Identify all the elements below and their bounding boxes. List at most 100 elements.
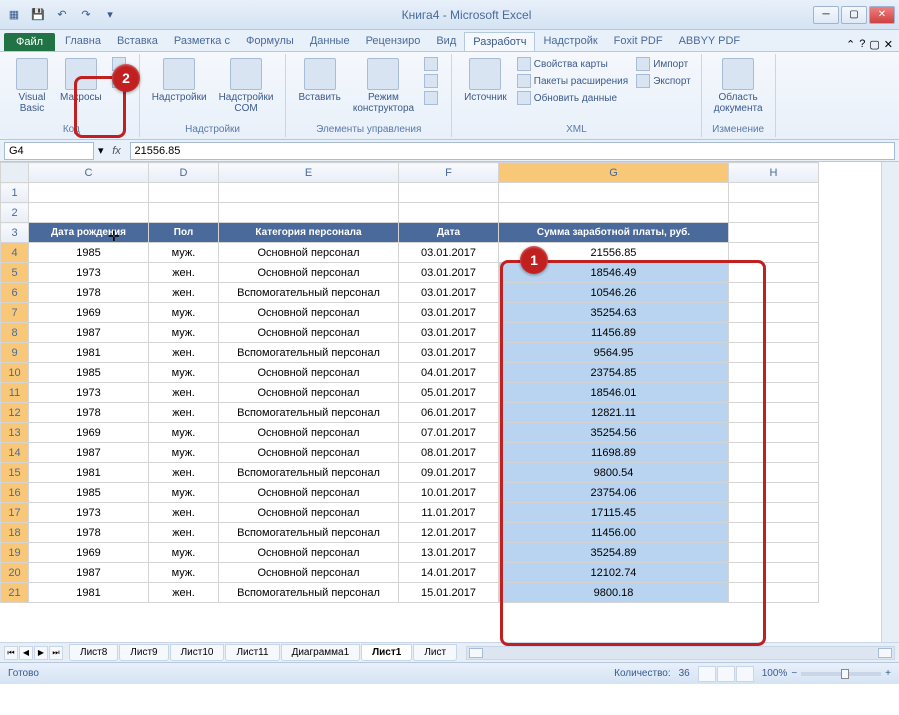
cell[interactable]: 1978 [29, 283, 149, 303]
cell[interactable] [149, 203, 219, 223]
macros-button[interactable]: Макросы [56, 56, 106, 105]
vb-button[interactable]: VisualBasic [12, 56, 52, 116]
design-button[interactable]: Режимконструктора [349, 56, 418, 116]
cell[interactable]: 23754.06 [499, 483, 729, 503]
cell[interactable]: жен. [149, 503, 219, 523]
sheet-tab-Лист10[interactable]: Лист10 [170, 644, 225, 661]
cell[interactable]: 1985 [29, 243, 149, 263]
window-close-icon[interactable]: ✕ [884, 38, 893, 51]
close-button[interactable]: ✕ [869, 6, 895, 24]
cell[interactable]: жен. [149, 583, 219, 603]
cell[interactable]: 1987 [29, 443, 149, 463]
row-header-5[interactable]: 5 [1, 263, 29, 283]
cell[interactable]: 05.01.2017 [399, 383, 499, 403]
cell[interactable] [729, 583, 819, 603]
ribbon-tab-10[interactable]: ABBYY PDF [671, 32, 749, 51]
cell[interactable]: Основной персонал [219, 503, 399, 523]
row-header-13[interactable]: 13 [1, 423, 29, 443]
cell[interactable]: 1973 [29, 383, 149, 403]
row-header-9[interactable]: 9 [1, 343, 29, 363]
excel-icon[interactable]: ▦ [4, 5, 24, 25]
col-header-G[interactable]: G [499, 163, 729, 183]
cell[interactable]: 11.01.2017 [399, 503, 499, 523]
dialog-button[interactable] [422, 90, 443, 106]
cell[interactable]: муж. [149, 323, 219, 343]
ribbon-tab-9[interactable]: Foxit PDF [606, 32, 671, 51]
map-button[interactable]: Свойства карты [515, 56, 630, 72]
cell[interactable]: Основной персонал [219, 243, 399, 263]
row-header-6[interactable]: 6 [1, 283, 29, 303]
row-header-1[interactable]: 1 [1, 183, 29, 203]
ribbon-tab-3[interactable]: Формулы [238, 32, 302, 51]
cell[interactable]: Основной персонал [219, 383, 399, 403]
refresh-button[interactable]: Обновить данные [515, 90, 630, 106]
cell[interactable] [729, 183, 819, 203]
cell[interactable]: Основной персонал [219, 563, 399, 583]
com-button[interactable]: НадстройкиCOM [215, 56, 278, 116]
col-header-F[interactable]: F [399, 163, 499, 183]
insert-button[interactable]: Вставить [294, 56, 344, 105]
cell[interactable]: жен. [149, 263, 219, 283]
cell[interactable]: 13.01.2017 [399, 543, 499, 563]
ribbon-tab-0[interactable]: Главна [57, 32, 109, 51]
cell[interactable] [29, 183, 149, 203]
cell[interactable]: 15.01.2017 [399, 583, 499, 603]
zoom-out[interactable]: − [791, 668, 797, 679]
cell[interactable] [729, 423, 819, 443]
sheet-tab-Лист9[interactable]: Лист9 [119, 644, 168, 661]
formula-input[interactable]: 21556.85 [130, 142, 895, 160]
table-header-cell[interactable]: Дата [399, 223, 499, 243]
cell[interactable] [149, 183, 219, 203]
cell[interactable]: 12.01.2017 [399, 523, 499, 543]
cell[interactable]: 03.01.2017 [399, 303, 499, 323]
col-header-D[interactable]: D [149, 163, 219, 183]
row-header-19[interactable]: 19 [1, 543, 29, 563]
cell[interactable]: 1978 [29, 403, 149, 423]
cell[interactable]: 9800.18 [499, 583, 729, 603]
cell[interactable] [729, 263, 819, 283]
cell[interactable] [729, 403, 819, 423]
export-button[interactable]: Экспорт [634, 73, 693, 89]
cell[interactable]: Вспомогательный персонал [219, 283, 399, 303]
cell[interactable]: 03.01.2017 [399, 263, 499, 283]
cell[interactable]: муж. [149, 563, 219, 583]
cell[interactable] [729, 483, 819, 503]
cell[interactable] [729, 443, 819, 463]
name-dropdown-icon[interactable]: ▾ [98, 144, 104, 157]
cell[interactable]: 11456.00 [499, 523, 729, 543]
cell[interactable]: Вспомогательный персонал [219, 583, 399, 603]
cell[interactable] [729, 323, 819, 343]
cell[interactable]: Вспомогательный персонал [219, 523, 399, 543]
minimize-ribbon-icon[interactable]: ⌃ [846, 38, 855, 51]
cell[interactable]: 1973 [29, 503, 149, 523]
cell[interactable]: 1981 [29, 463, 149, 483]
cell[interactable]: Основной персонал [219, 443, 399, 463]
vertical-scrollbar[interactable] [881, 162, 899, 642]
cell[interactable]: 03.01.2017 [399, 323, 499, 343]
ribbon-tab-2[interactable]: Разметка с [166, 32, 238, 51]
sheet-nav-next[interactable]: ▶ [34, 646, 48, 660]
row-header-20[interactable]: 20 [1, 563, 29, 583]
sheet-tab-Лист11[interactable]: Лист11 [225, 644, 279, 661]
row-header-8[interactable]: 8 [1, 323, 29, 343]
cell[interactable]: 35254.63 [499, 303, 729, 323]
row-header-18[interactable]: 18 [1, 523, 29, 543]
cell[interactable] [729, 223, 819, 243]
cell[interactable]: 11698.89 [499, 443, 729, 463]
cell[interactable] [29, 203, 149, 223]
cell[interactable]: муж. [149, 443, 219, 463]
cell[interactable]: Основной персонал [219, 423, 399, 443]
cell[interactable] [729, 523, 819, 543]
cell[interactable]: Основной персонал [219, 363, 399, 383]
name-box[interactable]: G4 [4, 142, 94, 160]
cell[interactable] [729, 383, 819, 403]
cell[interactable] [729, 543, 819, 563]
cell[interactable]: Основной персонал [219, 263, 399, 283]
cell[interactable] [729, 463, 819, 483]
fx-icon[interactable]: fx [108, 142, 126, 160]
row-header-14[interactable]: 14 [1, 443, 29, 463]
cell[interactable] [729, 363, 819, 383]
cell[interactable]: Основной персонал [219, 483, 399, 503]
row-header-4[interactable]: 4 [1, 243, 29, 263]
sheet-tab-Лист8[interactable]: Лист8 [69, 644, 118, 661]
